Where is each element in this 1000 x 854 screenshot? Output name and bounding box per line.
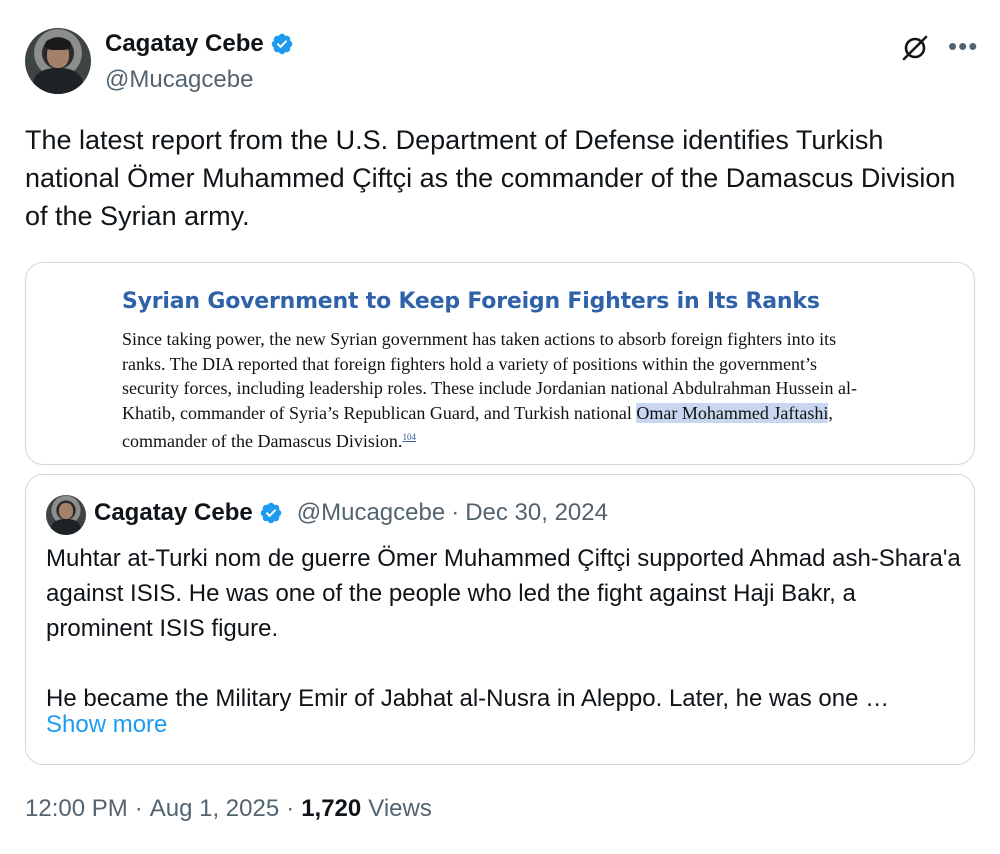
author-name-row[interactable]: Cagatay Cebe [105, 30, 294, 58]
document-heading: Syrian Government to Keep Foreign Fighte… [122, 289, 820, 314]
verified-badge-icon [271, 33, 292, 55]
views-count: 1,720 [301, 795, 362, 822]
tweet-metadata: 12:00 PM · Aug 1, 2025 · 1,720 Views [25, 795, 432, 823]
quoted-tweet-date: Dec 30, 2024 [465, 499, 608, 526]
attached-image[interactable]: Syrian Government to Keep Foreign Fighte… [25, 262, 975, 465]
document-paragraph: Since taking power, the new Syrian gover… [122, 327, 862, 454]
author-name[interactable]: Cagatay Cebe [105, 30, 264, 58]
grok-icon[interactable] [900, 33, 930, 63]
more-options-icon[interactable]: ••• [948, 33, 978, 59]
verified-badge-icon [260, 502, 281, 524]
quoted-author-name: Cagatay Cebe [94, 499, 253, 526]
quoted-tweet[interactable]: Cagatay Cebe @Mucagcebe · Dec 30, 2024 M… [25, 474, 975, 765]
quoted-author-handle: @Mucagcebe [296, 499, 446, 526]
post-date[interactable]: Aug 1, 2025 [150, 795, 279, 823]
meta-separator: · [451, 499, 460, 526]
quoted-tweet-text: Muhtar at-Turki nom de guerre Ömer Muham… [46, 541, 961, 751]
highlighted-name: Omar Mohammed Jaftashi [636, 402, 829, 423]
meta-separator: · [134, 795, 143, 822]
show-more-link[interactable]: Show more [46, 711, 167, 739]
quoted-author-avatar [46, 495, 86, 535]
tweet-text: The latest report from the U.S. Departme… [25, 125, 956, 231]
post-time[interactable]: 12:00 PM [25, 795, 128, 823]
quoted-paragraph-1: Muhtar at-Turki nom de guerre Ömer Muham… [46, 545, 961, 642]
footnote-marker: 104 [402, 432, 416, 442]
quoted-tweet-header: Cagatay Cebe @Mucagcebe · Dec 30, 2024 [94, 499, 608, 527]
meta-separator: · [286, 795, 295, 822]
views-label: Views [368, 795, 432, 822]
author-avatar[interactable] [25, 28, 91, 94]
author-handle[interactable]: @Mucagcebe [105, 66, 253, 94]
quoted-paragraph-2: He became the Military Emir of Jabhat al… [46, 685, 890, 712]
